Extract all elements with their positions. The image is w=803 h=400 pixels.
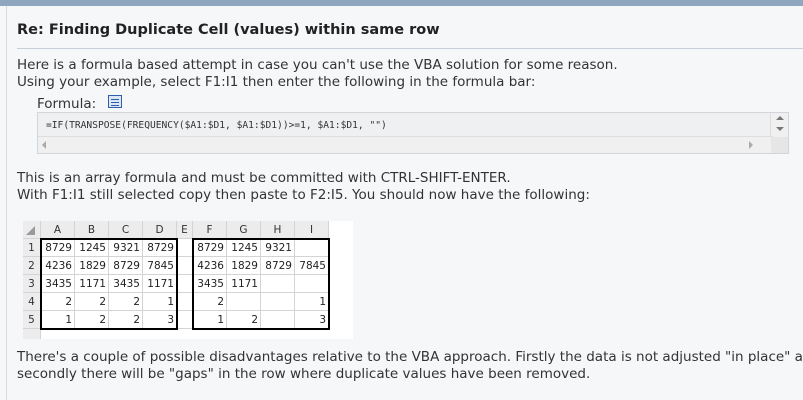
sheet-cell: 2 — [227, 311, 261, 329]
sheet-cell: 3435 — [193, 275, 227, 293]
sheet-cell: 7845 — [143, 257, 177, 275]
sheet-cell: 2 — [109, 293, 143, 311]
sheet-cell: 3 — [143, 311, 177, 329]
array-line-2: With F1:I1 still selected copy then past… — [17, 187, 590, 203]
column-header: H — [261, 221, 295, 239]
column-header: I — [295, 221, 329, 239]
sheet-cell: 1 — [295, 293, 329, 311]
intro-line-1: Here is a formula based attempt in case … — [17, 57, 618, 73]
sheet-cell: 8729 — [261, 257, 295, 275]
sheet-cell: 7845 — [295, 257, 329, 275]
sheet-cell — [177, 311, 193, 329]
row-header: 2 — [23, 257, 41, 275]
sheet-cell — [177, 293, 193, 311]
array-line-1: This is an array formula and must be com… — [17, 170, 511, 186]
sheet-cell — [295, 275, 329, 293]
outro-line-1: There's a couple of possible disadvantag… — [17, 349, 803, 365]
formula-label: Formula: — [37, 96, 97, 112]
sheet-cell: 8729 — [143, 239, 177, 257]
sheet-cell — [261, 293, 295, 311]
formula-code: =IF(TRANSPOSE(FREQUENCY($A1:$D1, $A1:$D1… — [46, 120, 387, 131]
post-title: Re: Finding Duplicate Cell (values) with… — [17, 22, 440, 38]
scroll-left-icon[interactable] — [42, 141, 46, 149]
sheet-cell: 9321 — [109, 239, 143, 257]
row-header: 4 — [23, 293, 41, 311]
sheet-cell: 3435 — [41, 275, 75, 293]
scroll-down-icon[interactable] — [776, 127, 784, 131]
code-block[interactable]: =IF(TRANSPOSE(FREQUENCY($A1:$D1, $A1:$D1… — [37, 112, 789, 154]
sheet-cell: 1171 — [227, 275, 261, 293]
row-header: 5 — [23, 311, 41, 329]
title-divider — [17, 48, 803, 49]
column-header: C — [109, 221, 143, 239]
sheet-cell: 2 — [109, 311, 143, 329]
sheet-cell: 1829 — [227, 257, 261, 275]
spreadsheet-image: A B C D E F G H I 1 8729 1245 9321 8729 8729 1245 9321 2 4… — [23, 221, 353, 339]
sheet-cell — [261, 275, 295, 293]
intro-line-2: Using your example, select F1:I1 then en… — [17, 74, 536, 90]
sheet-cell: 8729 — [41, 239, 75, 257]
scroll-up-icon[interactable] — [776, 116, 784, 120]
sheet-cell: 8729 — [193, 239, 227, 257]
sheet-cell — [177, 275, 193, 293]
sheet-cell: 4236 — [41, 257, 75, 275]
sheet-cell: 2 — [41, 293, 75, 311]
sheet-cell — [227, 293, 261, 311]
sheet-cell: 2 — [193, 293, 227, 311]
sheet-cell — [261, 311, 295, 329]
sheet-cell: 4236 — [193, 257, 227, 275]
sheet-cell — [295, 239, 329, 257]
column-header: G — [227, 221, 261, 239]
sheet-cell: 1829 — [75, 257, 109, 275]
forum-post: Re: Finding Duplicate Cell (values) with… — [6, 6, 803, 400]
row-header: 3 — [23, 275, 41, 293]
sheet-cell: 2 — [75, 293, 109, 311]
scroll-right-icon[interactable] — [749, 141, 753, 149]
outro-line-2: secondly there will be "gaps" in the row… — [17, 366, 591, 382]
column-header: D — [143, 221, 177, 239]
sheet-cell: 1171 — [75, 275, 109, 293]
column-header: F — [193, 221, 227, 239]
sheet-cell: 8729 — [109, 257, 143, 275]
vertical-scrollbar[interactable] — [770, 113, 788, 137]
column-header: B — [75, 221, 109, 239]
table-icon[interactable] — [108, 95, 122, 108]
scrollbar-corner — [771, 137, 788, 153]
sheet-cell: 1245 — [227, 239, 261, 257]
select-all-icon — [26, 226, 35, 235]
sheet-cell: 2 — [75, 311, 109, 329]
sheet-cell: 1171 — [143, 275, 177, 293]
sheet-cell: 1 — [193, 311, 227, 329]
sheet-cell — [177, 239, 193, 257]
sheet-cell: 9321 — [261, 239, 295, 257]
column-header: E — [177, 221, 193, 239]
sheet-cell: 3435 — [109, 275, 143, 293]
sheet-cell: 1245 — [75, 239, 109, 257]
column-header: A — [41, 221, 75, 239]
sheet-cell — [177, 257, 193, 275]
sheet-cell: 1 — [41, 311, 75, 329]
horizontal-scrollbar[interactable] — [38, 136, 773, 153]
select-all-corner — [23, 221, 41, 239]
row-header: 1 — [23, 239, 41, 257]
sheet-cell: 1 — [143, 293, 177, 311]
sheet-cell: 3 — [295, 311, 329, 329]
row-header-partial — [23, 329, 41, 339]
